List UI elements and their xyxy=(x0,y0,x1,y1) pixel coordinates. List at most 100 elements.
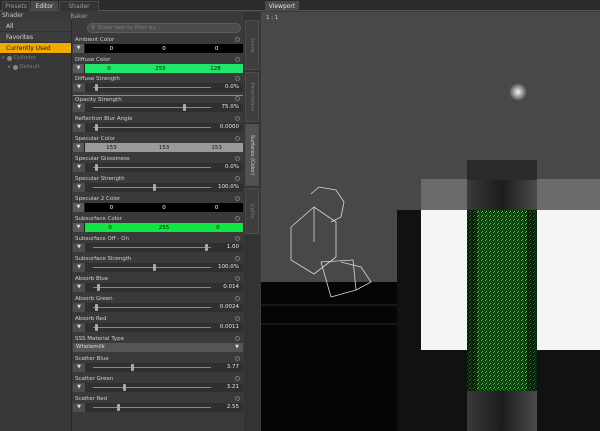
slider-knob[interactable] xyxy=(183,104,186,111)
expand-arrow-icon[interactable]: ▼ xyxy=(73,44,85,53)
slider-knob[interactable] xyxy=(117,404,120,411)
slider-track[interactable] xyxy=(93,87,211,88)
slider-track[interactable] xyxy=(93,327,211,328)
slider-value[interactable]: 0.0% xyxy=(225,163,239,172)
slider[interactable]: ▼ 3.77 xyxy=(73,363,243,372)
red-value[interactable]: 153 xyxy=(106,145,117,151)
viewport-3d[interactable]: 1 : 1 xyxy=(261,12,600,431)
slider-knob[interactable] xyxy=(95,164,98,171)
expand-arrow-icon[interactable]: ▼ xyxy=(73,83,85,92)
slider-value[interactable]: 0.0011 xyxy=(220,323,239,332)
material-type-select[interactable]: Wholemilk ▼ xyxy=(73,343,243,352)
filter-search-input[interactable]: ⚲ Enter text to filter by... xyxy=(87,23,241,33)
slider[interactable]: ▼ 75.0% xyxy=(73,103,243,112)
tree-item-surface[interactable]: ▸ Default xyxy=(0,63,71,72)
expand-icon[interactable]: ▸ xyxy=(8,63,11,72)
category-favorites[interactable]: Favorites xyxy=(0,32,71,43)
slider[interactable]: ▼ 2.55 xyxy=(73,403,243,412)
side-tab-lights[interactable]: Lights xyxy=(245,188,259,234)
expand-arrow-icon[interactable]: ▼ xyxy=(73,323,85,332)
expand-arrow-icon[interactable]: ▼ xyxy=(73,263,85,272)
slider-value[interactable]: 75.0% xyxy=(222,103,239,112)
slider[interactable]: ▼ 1.00 xyxy=(73,243,243,252)
slider[interactable]: ▼ 0.0024 xyxy=(73,303,243,312)
slider[interactable]: ▼ 3.21 xyxy=(73,383,243,392)
expand-arrow-icon[interactable]: ▼ xyxy=(73,183,85,192)
gear-icon[interactable] xyxy=(235,116,240,121)
slider-value[interactable]: 0.0024 xyxy=(220,303,239,312)
slider-knob[interactable] xyxy=(95,304,98,311)
expand-arrow-icon[interactable]: ▼ xyxy=(73,363,85,372)
gear-icon[interactable] xyxy=(235,276,240,281)
category-all[interactable]: All xyxy=(0,21,71,32)
gear-icon[interactable] xyxy=(235,136,240,141)
slider-value[interactable]: 100.0% xyxy=(218,183,239,192)
expand-arrow-icon[interactable]: ▼ xyxy=(73,203,85,212)
tab-editor[interactable]: Editor xyxy=(31,1,58,11)
expand-arrow-icon[interactable]: ▼ xyxy=(73,163,85,172)
slider-track[interactable] xyxy=(93,247,211,248)
expand-arrow-icon[interactable]: ▼ xyxy=(73,243,85,252)
green-value[interactable]: 255 xyxy=(155,66,166,72)
gear-icon[interactable] xyxy=(235,96,240,101)
slider-track[interactable] xyxy=(93,127,211,128)
gear-icon[interactable] xyxy=(235,376,240,381)
expand-arrow-icon[interactable]: ▼ xyxy=(73,403,85,412)
tab-shader-baker[interactable]: Shader Baker xyxy=(59,1,99,20)
slider-knob[interactable] xyxy=(131,364,134,371)
slider-value[interactable]: 0.0000 xyxy=(220,123,239,132)
slider[interactable]: ▼ 0.0011 xyxy=(73,323,243,332)
slider-value[interactable]: 1.00 xyxy=(227,243,239,252)
slider-knob[interactable] xyxy=(95,124,98,131)
gear-icon[interactable] xyxy=(235,236,240,241)
blue-value[interactable]: 128 xyxy=(210,66,221,72)
slider-track[interactable] xyxy=(93,187,211,188)
slider-knob[interactable] xyxy=(205,244,208,251)
green-value[interactable]: 0 xyxy=(162,205,166,211)
color-field[interactable]: ▼ 0 0 0 xyxy=(73,44,243,53)
red-value[interactable]: 0 xyxy=(107,66,111,72)
side-tab-parameters[interactable]: Parameters xyxy=(245,72,259,122)
dropdown-arrow-icon[interactable]: ▼ xyxy=(235,343,239,352)
slider-track[interactable] xyxy=(93,367,211,368)
slider-knob[interactable] xyxy=(95,84,98,91)
color-field[interactable]: ▼ 0 255 0 xyxy=(73,223,243,232)
expand-arrow-icon[interactable]: ▼ xyxy=(73,64,85,73)
tree-item-object[interactable]: ▾ Cylinder xyxy=(0,54,71,63)
slider-knob[interactable] xyxy=(95,324,98,331)
gear-icon[interactable] xyxy=(235,76,240,81)
red-value[interactable]: 0 xyxy=(108,225,112,231)
gear-icon[interactable] xyxy=(235,296,240,301)
blue-value[interactable]: 0 xyxy=(215,205,219,211)
slider[interactable]: ▼ 100.0% xyxy=(73,183,243,192)
tab-presets[interactable]: Presets xyxy=(2,1,30,11)
slider[interactable]: ▼ 0.0000 xyxy=(73,123,243,132)
slider-value[interactable]: 0.014 xyxy=(223,283,239,292)
gear-icon[interactable] xyxy=(235,37,240,42)
collapse-icon[interactable]: ▾ xyxy=(2,54,5,63)
expand-arrow-icon[interactable]: ▼ xyxy=(73,383,85,392)
expand-arrow-icon[interactable]: ▼ xyxy=(73,223,85,232)
red-value[interactable]: 0 xyxy=(110,205,114,211)
side-tab-surfaces[interactable]: Surfaces (Color) xyxy=(245,124,259,186)
slider-track[interactable] xyxy=(93,287,211,288)
expand-arrow-icon[interactable]: ▼ xyxy=(73,123,85,132)
green-value[interactable]: 153 xyxy=(159,145,170,151)
slider-track[interactable] xyxy=(93,387,211,388)
slider-knob[interactable] xyxy=(97,284,100,291)
expand-arrow-icon[interactable]: ▼ xyxy=(73,303,85,312)
slider[interactable]: ▼ 0.014 xyxy=(73,283,243,292)
gear-icon[interactable] xyxy=(235,57,240,62)
slider[interactable]: ▼ 0.0% xyxy=(73,163,243,172)
slider-knob[interactable] xyxy=(153,264,156,271)
gear-icon[interactable] xyxy=(235,396,240,401)
gear-icon[interactable] xyxy=(235,156,240,161)
expand-arrow-icon[interactable]: ▼ xyxy=(73,143,85,152)
gear-icon[interactable] xyxy=(235,316,240,321)
gear-icon[interactable] xyxy=(235,196,240,201)
color-field[interactable]: ▼ 0 0 0 xyxy=(73,203,243,212)
expand-arrow-icon[interactable]: ▼ xyxy=(73,283,85,292)
green-value[interactable]: 255 xyxy=(159,225,170,231)
gear-icon[interactable] xyxy=(235,336,240,341)
green-value[interactable]: 0 xyxy=(162,46,166,52)
